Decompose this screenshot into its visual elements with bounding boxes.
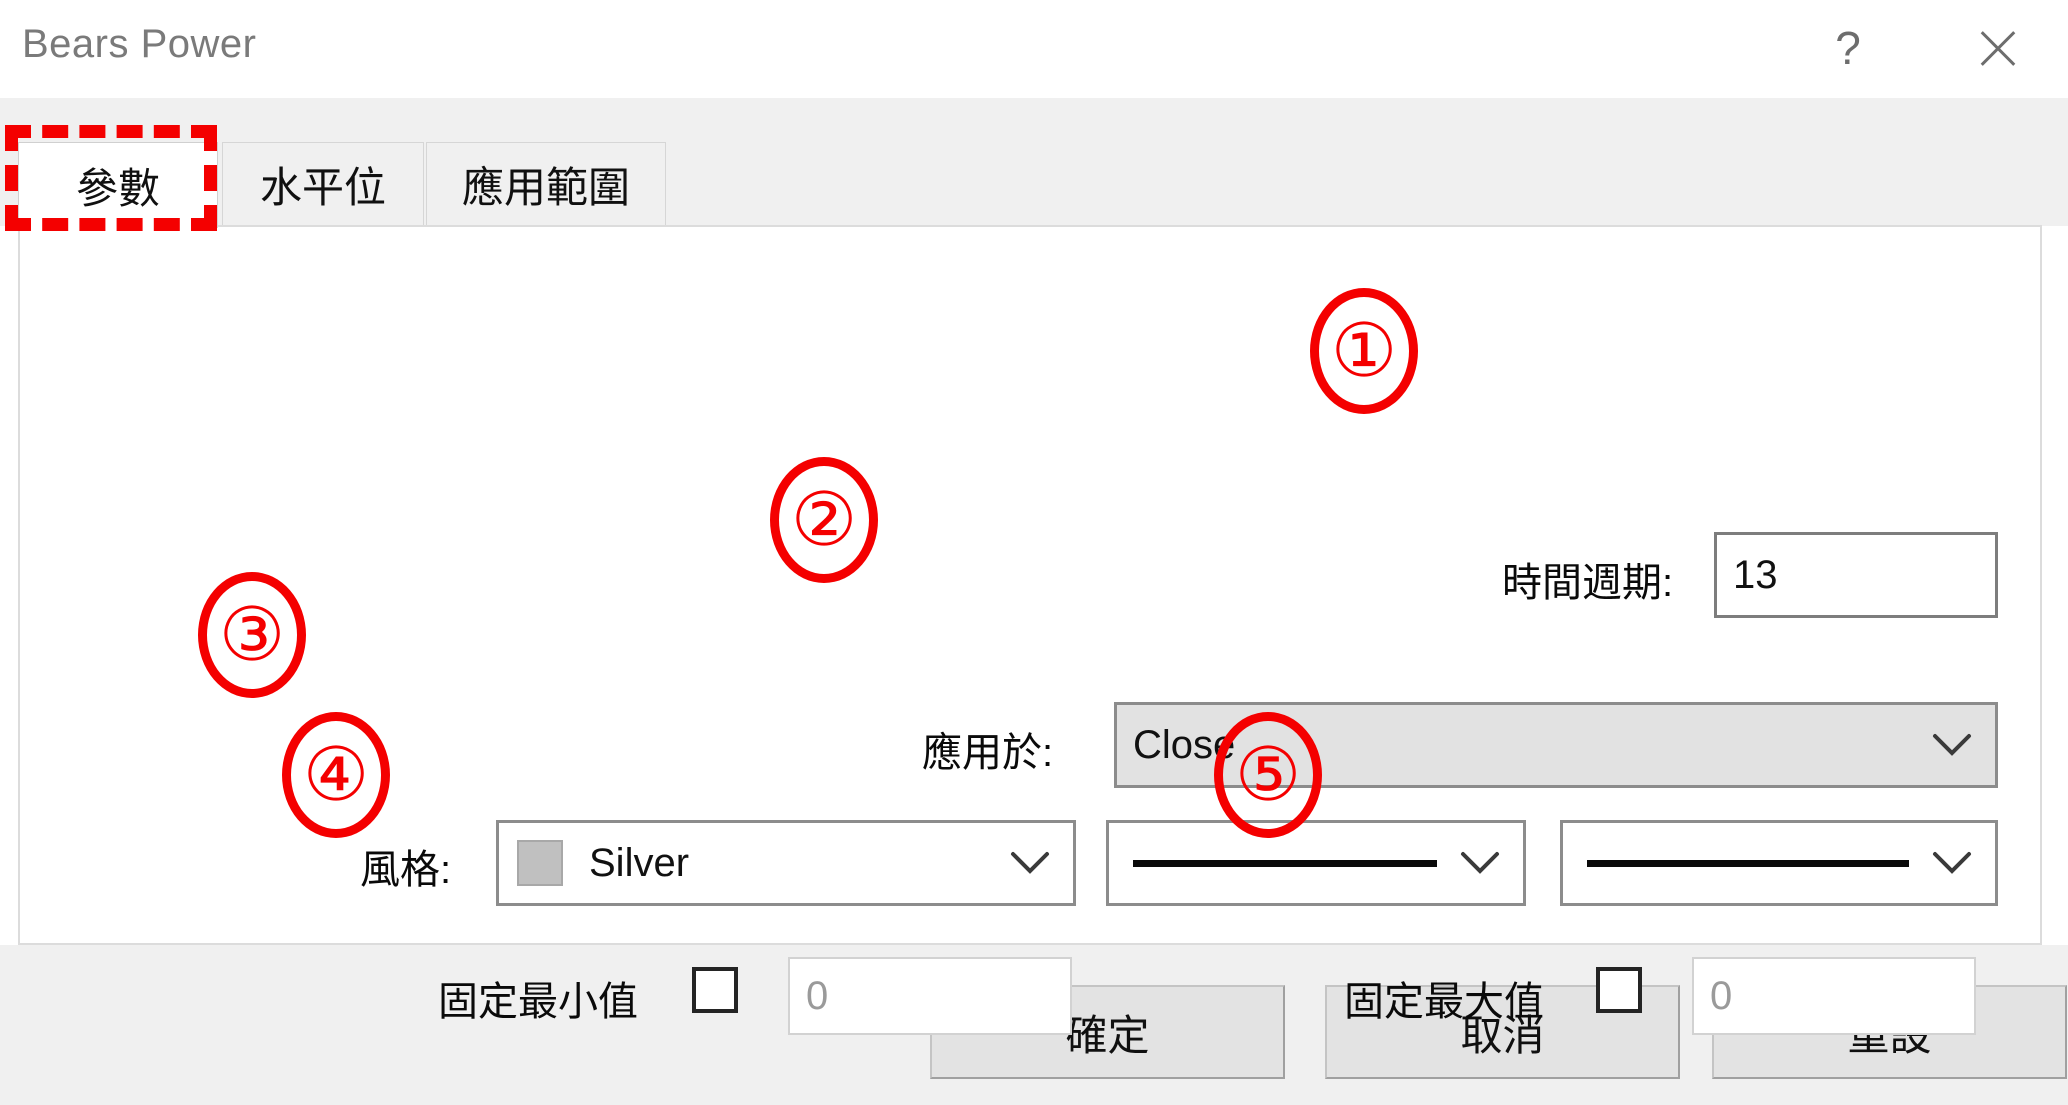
ok-button-label: 確定 — [1065, 1011, 1150, 1059]
style-color-value: Silver — [589, 840, 690, 885]
style-color-dropdown[interactable]: Silver — [496, 820, 1076, 906]
help-button[interactable]: ? — [1792, 0, 1904, 96]
annotation-marker-3: ③ — [198, 572, 306, 698]
chevron-down-icon — [987, 823, 1073, 903]
close-button[interactable] — [1942, 0, 2054, 96]
annotation-marker-2: ② — [770, 457, 878, 583]
title-bar: Bears Power ? — [0, 0, 2068, 98]
parameters-panel: 時間週期: 13 應用於: Close 風格: Silver 固定最小值 0 固… — [18, 225, 2042, 1035]
tab-visualization[interactable]: 應用範圍 — [426, 142, 666, 226]
close-icon — [1975, 25, 2021, 71]
style-label: 風格: — [360, 848, 452, 892]
annotation-marker-5: ⑤ — [1214, 712, 1322, 838]
solid-line-icon — [1133, 859, 1437, 867]
period-label: 時間週期: — [1502, 561, 1674, 605]
tab-levels-label: 水平位 — [259, 164, 386, 211]
fix-maximum-checkbox[interactable] — [1596, 967, 1642, 1013]
solid-line-icon — [1587, 859, 1909, 867]
annotation-marker-1: ① — [1310, 288, 1418, 414]
tab-strip: 參數 水平位 應用範圍 — [0, 98, 2068, 228]
apply-to-label: 應用於: — [922, 731, 1054, 775]
window-title: Bears Power — [22, 22, 257, 66]
fix-maximum-input[interactable]: 0 — [1692, 957, 1976, 1035]
line-width-dropdown[interactable] — [1106, 820, 1526, 906]
fix-minimum-label: 固定最小值 — [438, 980, 638, 1024]
tab-levels[interactable]: 水平位 — [222, 142, 424, 226]
period-input[interactable]: 13 — [1714, 532, 1998, 618]
chevron-down-icon — [1909, 705, 1995, 785]
tab-visualization-label: 應用範圍 — [461, 164, 630, 211]
annotation-marker-4: ④ — [282, 712, 390, 838]
tab-parameters[interactable]: 參數 — [18, 142, 218, 228]
chevron-down-icon — [1437, 823, 1523, 903]
tab-parameters-label: 參數 — [75, 165, 160, 212]
fix-maximum-label: 固定最大值 — [1344, 980, 1544, 1024]
chevron-down-icon — [1909, 823, 1995, 903]
color-swatch-icon — [517, 840, 563, 886]
fix-minimum-checkbox[interactable] — [692, 967, 738, 1013]
line-style-dropdown[interactable] — [1560, 820, 1998, 906]
question-mark-icon: ? — [1835, 22, 1861, 74]
bears-power-dialog: Bears Power ? 參數 水平位 應用範圍 時間週期: 13 應用於: … — [0, 0, 2068, 1105]
fix-minimum-input[interactable]: 0 — [788, 957, 1072, 1035]
